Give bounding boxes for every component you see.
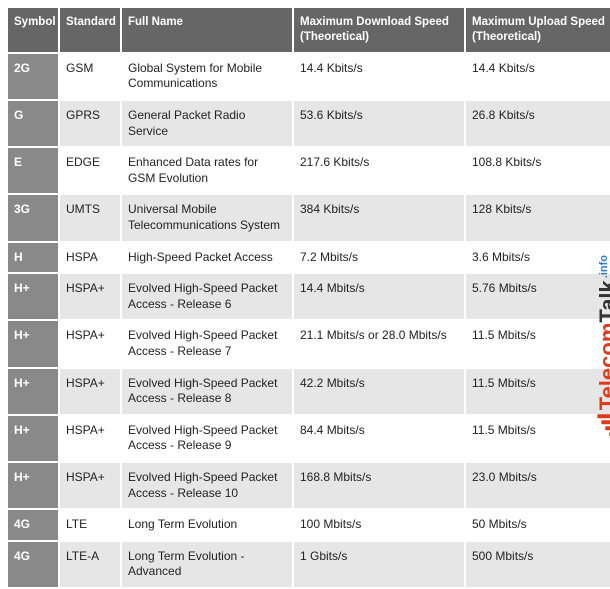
table-row: H+HSPA+Evolved High-Speed Packet Access …: [8, 274, 610, 319]
table-header-row: Symbol Standard Full Name Maximum Downlo…: [8, 8, 610, 52]
cell-symbol: H: [8, 243, 58, 273]
cell-standard: HSPA: [60, 243, 120, 273]
cell-max-up: 108.8 Kbits/s: [466, 148, 610, 193]
cell-max-up: 50 Mbits/s: [466, 510, 610, 540]
cell-standard: GSM: [60, 54, 120, 99]
cell-max-down: 84.4 Mbits/s: [294, 416, 464, 461]
cell-max-down: 217.6 Kbits/s: [294, 148, 464, 193]
cell-full-name: Evolved High-Speed Packet Access - Relea…: [122, 274, 292, 319]
cell-symbol: H+: [8, 274, 58, 319]
cell-max-down: 53.6 Kbits/s: [294, 101, 464, 146]
table-row: H+HSPA+Evolved High-Speed Packet Access …: [8, 416, 610, 461]
table-row: HHSPAHigh-Speed Packet Access7.2 Mbits/s…: [8, 243, 610, 273]
cell-symbol: 4G: [8, 542, 58, 587]
cell-standard: LTE-A: [60, 542, 120, 587]
table-row: H+HSPA+Evolved High-Speed Packet Access …: [8, 321, 610, 366]
cell-max-up: 128 Kbits/s: [466, 195, 610, 240]
cell-full-name: Enhanced Data rates for GSM Evolution: [122, 148, 292, 193]
cell-max-up: 26.8 Kbits/s: [466, 101, 610, 146]
cell-standard: LTE: [60, 510, 120, 540]
cell-max-up: 5.76 Mbits/s: [466, 274, 610, 319]
cell-standard: HSPA+: [60, 369, 120, 414]
cell-symbol: G: [8, 101, 58, 146]
cell-symbol: E: [8, 148, 58, 193]
header-max-down: Maximum Download Speed (Theoretical): [294, 8, 464, 52]
cell-symbol: 4G: [8, 510, 58, 540]
cell-symbol: H+: [8, 416, 58, 461]
cell-full-name: Long Term Evolution: [122, 510, 292, 540]
cell-max-down: 7.2 Mbits/s: [294, 243, 464, 273]
cell-full-name: High-Speed Packet Access: [122, 243, 292, 273]
table-row: H+HSPA+Evolved High-Speed Packet Access …: [8, 369, 610, 414]
table-row: 3GUMTSUniversal Mobile Telecommunication…: [8, 195, 610, 240]
cell-standard: HSPA+: [60, 463, 120, 508]
table-row: GGPRSGeneral Packet Radio Service53.6 Kb…: [8, 101, 610, 146]
cell-full-name: Evolved High-Speed Packet Access - Relea…: [122, 463, 292, 508]
cell-full-name: Long Term Evolution - Advanced: [122, 542, 292, 587]
cell-max-down: 14.4 Mbits/s: [294, 274, 464, 319]
cell-max-up: 3.6 Mbits/s: [466, 243, 610, 273]
cell-symbol: H+: [8, 463, 58, 508]
cell-max-down: 14.4 Kbits/s: [294, 54, 464, 99]
table-body: 2GGSMGlobal System for Mobile Communicat…: [8, 54, 610, 587]
cell-symbol: H+: [8, 369, 58, 414]
cell-max-down: 42.2 Mbits/s: [294, 369, 464, 414]
header-symbol: Symbol: [8, 8, 58, 52]
cell-max-up: 11.5 Mbits/s: [466, 369, 610, 414]
header-standard: Standard: [60, 8, 120, 52]
cell-max-down: 168.8 Mbits/s: [294, 463, 464, 508]
cell-symbol: 2G: [8, 54, 58, 99]
cell-max-down: 21.1 Mbits/s or 28.0 Mbits/s: [294, 321, 464, 366]
cell-max-up: 23.0 Mbits/s: [466, 463, 610, 508]
cell-standard: HSPA+: [60, 416, 120, 461]
cell-full-name: Evolved High-Speed Packet Access - Relea…: [122, 369, 292, 414]
cell-full-name: General Packet Radio Service: [122, 101, 292, 146]
cell-max-down: 384 Kbits/s: [294, 195, 464, 240]
table-row: 4GLTE-ALong Term Evolution - Advanced1 G…: [8, 542, 610, 587]
cell-full-name: Evolved High-Speed Packet Access - Relea…: [122, 321, 292, 366]
cell-standard: UMTS: [60, 195, 120, 240]
cell-max-up: 11.5 Mbits/s: [466, 321, 610, 366]
speeds-table: Symbol Standard Full Name Maximum Downlo…: [6, 6, 610, 589]
cell-max-down: 1 Gbits/s: [294, 542, 464, 587]
cell-symbol: H+: [8, 321, 58, 366]
cell-full-name: Global System for Mobile Communications: [122, 54, 292, 99]
cell-max-up: 500 Mbits/s: [466, 542, 610, 587]
header-max-up: Maximum Upload Speed (Theoretical): [466, 8, 610, 52]
table-row: 2GGSMGlobal System for Mobile Communicat…: [8, 54, 610, 99]
cell-standard: HSPA+: [60, 321, 120, 366]
header-full-name: Full Name: [122, 8, 292, 52]
cell-max-up: 14.4 Kbits/s: [466, 54, 610, 99]
cell-max-up: 11.5 Mbits/s: [466, 416, 610, 461]
cell-standard: GPRS: [60, 101, 120, 146]
table-row: 4GLTELong Term Evolution100 Mbits/s50 Mb…: [8, 510, 610, 540]
table-row: EEDGEEnhanced Data rates for GSM Evoluti…: [8, 148, 610, 193]
cell-standard: HSPA+: [60, 274, 120, 319]
cell-max-down: 100 Mbits/s: [294, 510, 464, 540]
cell-full-name: Universal Mobile Telecommunications Syst…: [122, 195, 292, 240]
cell-symbol: 3G: [8, 195, 58, 240]
cell-full-name: Evolved High-Speed Packet Access - Relea…: [122, 416, 292, 461]
table-row: H+HSPA+Evolved High-Speed Packet Access …: [8, 463, 610, 508]
cell-standard: EDGE: [60, 148, 120, 193]
